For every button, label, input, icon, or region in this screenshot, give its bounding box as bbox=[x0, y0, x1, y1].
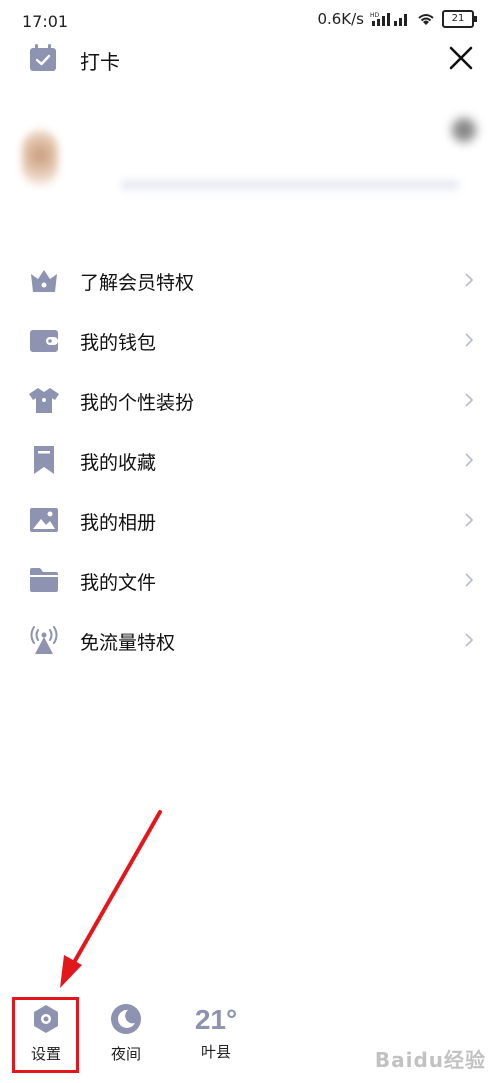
status-time: 17:01 bbox=[22, 12, 69, 31]
menu-item-label: 我的收藏 bbox=[80, 452, 157, 474]
signal-tower-icon bbox=[30, 626, 58, 654]
calendar-check-icon[interactable] bbox=[28, 43, 58, 73]
wallet-icon bbox=[30, 330, 58, 352]
watermark: Baidu经验 bbox=[374, 1048, 486, 1072]
cellular-signal-icon: HD bbox=[370, 12, 407, 26]
menu-item-files[interactable]: 我的文件 bbox=[0, 550, 500, 610]
menu-item-label: 了解会员特权 bbox=[80, 272, 195, 294]
folder-icon bbox=[30, 568, 58, 592]
checkin-label[interactable]: 打卡 bbox=[80, 46, 120, 75]
location-label: 叶县 bbox=[200, 1043, 231, 1061]
menu-item-vip[interactable]: 了解会员特权 bbox=[0, 250, 500, 310]
status-bar: 17:01 0.6K/s HD 21 bbox=[0, 0, 500, 40]
network-badge: HD bbox=[370, 12, 380, 19]
night-mode-button[interactable]: 夜间 bbox=[98, 990, 154, 1064]
menu-item-wallet[interactable]: 我的钱包 bbox=[0, 310, 500, 370]
status-right: 0.6K/s HD 21 bbox=[317, 10, 477, 28]
menu-item-free-data[interactable]: 免流量特权 bbox=[0, 610, 500, 670]
menu-item-label: 我的个性装扮 bbox=[80, 392, 195, 414]
menu-item-dressup[interactable]: 我的个性装扮 bbox=[0, 370, 500, 430]
menu-item-album[interactable]: 我的相册 bbox=[0, 490, 500, 550]
chevron-right-icon bbox=[465, 333, 474, 347]
drawer-header: 打卡 bbox=[0, 40, 500, 80]
night-label: 夜间 bbox=[110, 1045, 141, 1063]
close-icon[interactable] bbox=[446, 43, 476, 73]
menu-item-label: 我的文件 bbox=[80, 572, 157, 594]
temperature: 21° bbox=[194, 1004, 238, 1035]
shirt-icon bbox=[29, 388, 59, 413]
chevron-right-icon bbox=[465, 393, 474, 407]
menu-item-label: 我的相册 bbox=[80, 512, 157, 534]
bookmark-icon bbox=[34, 446, 54, 474]
battery-icon: 21 bbox=[442, 10, 477, 28]
menu-item-label: 免流量特权 bbox=[80, 632, 176, 654]
network-speed: 0.6K/s bbox=[317, 10, 364, 28]
photo-icon bbox=[30, 508, 58, 532]
drawer-menu: 了解会员特权 我的钱包 我的个性装扮 我的收藏 我的相册 我的文件 免流量特权 bbox=[0, 250, 500, 670]
wifi-icon bbox=[418, 14, 434, 25]
avatar[interactable] bbox=[22, 130, 58, 186]
moon-icon bbox=[111, 1004, 141, 1034]
chevron-right-icon bbox=[465, 453, 474, 467]
menu-item-favorites[interactable]: 我的收藏 bbox=[0, 430, 500, 490]
chevron-right-icon bbox=[465, 513, 474, 527]
annotation-highlight-box bbox=[12, 997, 79, 1073]
weather-widget[interactable]: 21° 叶县 bbox=[186, 990, 246, 1062]
crown-icon bbox=[31, 270, 57, 292]
menu-item-label: 我的钱包 bbox=[80, 332, 157, 354]
profile-badge bbox=[452, 118, 476, 142]
chevron-right-icon bbox=[465, 273, 474, 287]
profile-section[interactable] bbox=[0, 100, 500, 220]
profile-signature bbox=[120, 180, 460, 190]
chevron-right-icon bbox=[465, 573, 474, 587]
chevron-right-icon bbox=[465, 633, 474, 647]
